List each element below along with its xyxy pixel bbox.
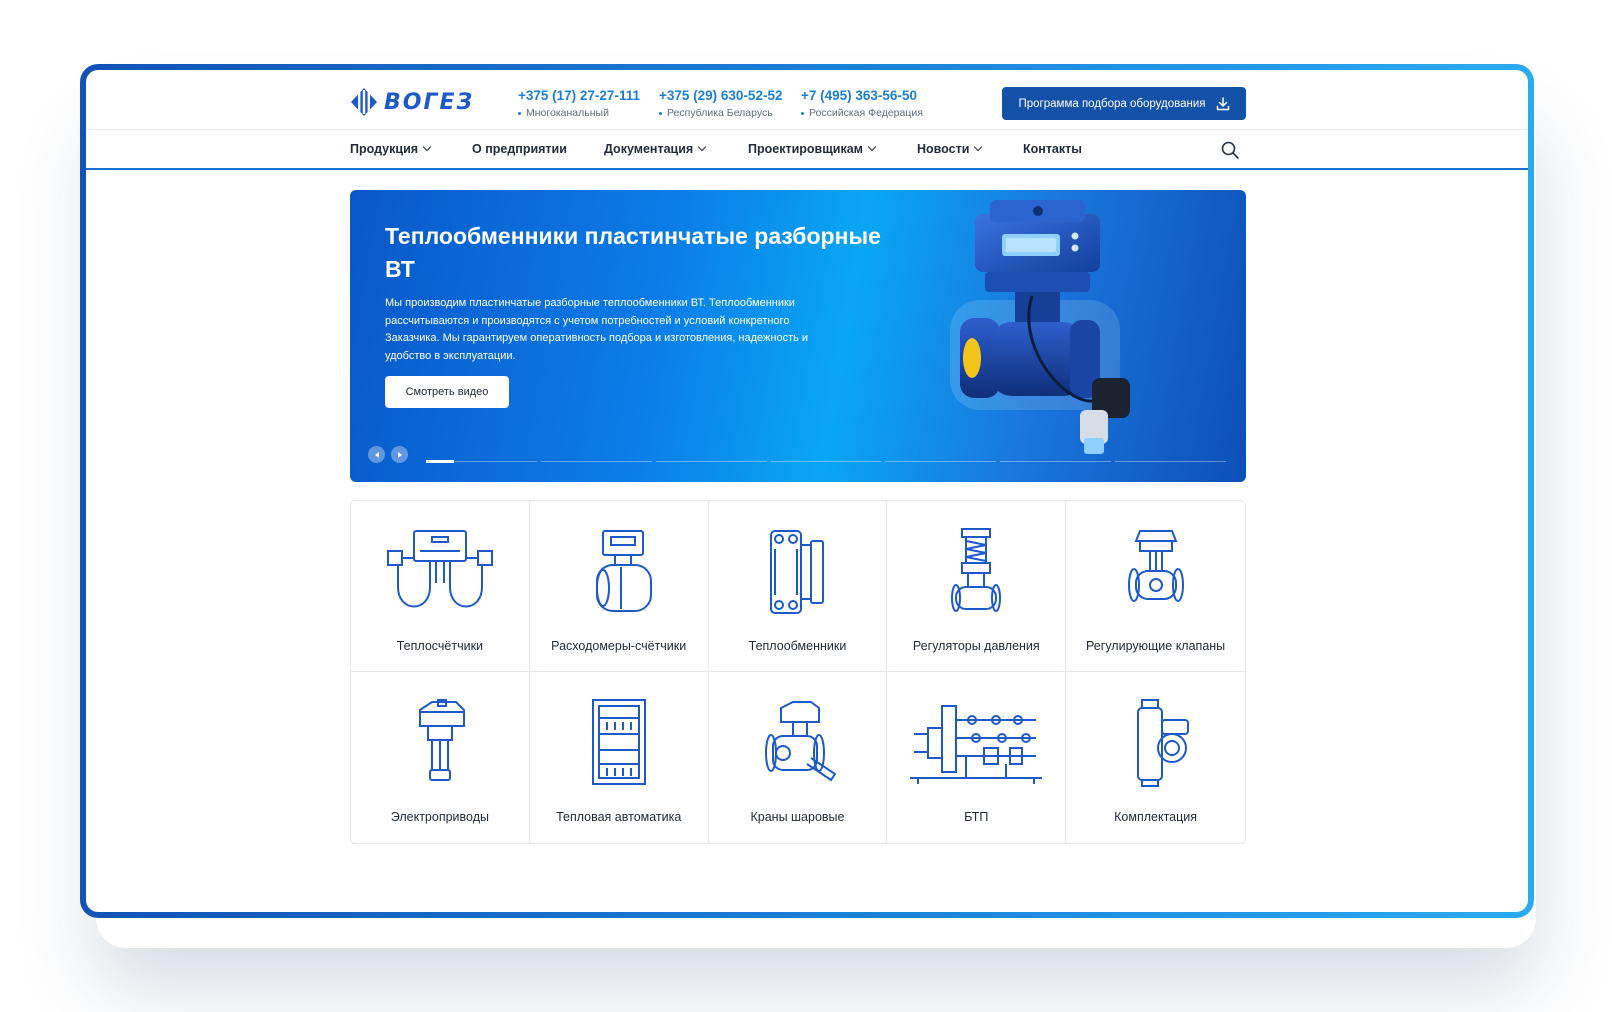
category-card[interactable]: Теплообменники <box>708 501 888 672</box>
phone-note: Республика Беларусь <box>659 107 782 119</box>
nav-item-about[interactable]: О предприятии <box>472 142 567 156</box>
logo-text: ВОГЕЗ <box>384 89 475 115</box>
category-label: Теплообменники <box>748 639 847 653</box>
phone-note: Российская Федерация <box>801 107 923 119</box>
category-label: Электроприводы <box>390 810 489 824</box>
automation-cabinet-icon <box>591 699 646 785</box>
chevron-down-icon <box>867 142 877 152</box>
website-screen: ВОГЕЗ +375 (17) 27-27-111 Многоканальный… <box>86 70 1528 912</box>
nav-label: Новости <box>917 142 970 156</box>
category-grid: Теплосчётчики Расходомеры-счётчики Тепло… <box>350 500 1246 844</box>
pressure-regulator-icon <box>951 528 1002 612</box>
logo[interactable]: ВОГЕЗ <box>350 86 480 118</box>
nav-item-documentation[interactable]: Документация <box>604 142 707 156</box>
nav-item-news[interactable]: Новости <box>917 142 983 156</box>
hero-text: Мы производим пластинчатые разборные теп… <box>385 297 809 362</box>
category-label: Регулирующие клапаны <box>1086 639 1226 653</box>
logo-mark-icon <box>351 88 377 116</box>
slider-prev-button[interactable] <box>368 446 385 463</box>
heating-unit-icon <box>910 705 1043 784</box>
category-card[interactable]: Комплектация <box>1066 672 1245 843</box>
hero-slider: Теплообменники пластинчатые разборные ВТ… <box>350 190 1246 482</box>
phone-note: Многоканальный <box>518 107 640 119</box>
page-backdrop: ВОГЕЗ +375 (17) 27-27-111 Многоканальный… <box>0 0 1612 1012</box>
slider-page-indicator[interactable] <box>770 461 882 462</box>
slider-next-button[interactable] <box>391 446 408 463</box>
nav-item-contacts[interactable]: Контакты <box>1023 142 1082 156</box>
electric-actuator-icon <box>418 699 465 781</box>
flowmeter-icon <box>595 530 652 612</box>
phone-block-2[interactable]: +375 (29) 630-52-52 Республика Беларусь <box>659 88 782 119</box>
category-card[interactable]: Электроприводы <box>351 672 530 843</box>
pump-icon <box>1136 699 1189 787</box>
heat-exchanger-icon <box>770 530 825 614</box>
watch-video-button[interactable]: Смотреть видео <box>385 376 509 408</box>
flowmeter-product-image <box>950 200 1130 454</box>
nav-label: Контакты <box>1023 142 1082 156</box>
category-label: Теплосчётчики <box>396 639 484 653</box>
nav-label: Проектировщикам <box>748 142 863 156</box>
category-card[interactable]: БТП <box>887 672 1067 843</box>
nav-item-products[interactable]: Продукция <box>350 142 432 156</box>
download-icon <box>1216 96 1229 110</box>
phone-number[interactable]: +7 (495) 363-56-50 <box>801 88 923 103</box>
category-label: БТП <box>964 810 989 824</box>
category-label: Расходомеры-счётчики <box>551 639 687 653</box>
phone-number[interactable]: +375 (17) 27-27-111 <box>518 88 640 103</box>
category-card[interactable]: Тепловая автоматика <box>530 672 709 843</box>
equipment-selection-button[interactable]: Программа подбора оборудования <box>1002 87 1246 120</box>
phone-block-1[interactable]: +375 (17) 27-27-111 Многоканальный <box>518 88 640 119</box>
category-label: Тепловая автоматика <box>556 810 682 824</box>
nav-label: О предприятии <box>472 142 567 156</box>
category-card[interactable]: Теплосчётчики <box>351 501 530 672</box>
main-nav: Продукция О предприятии Документация Про… <box>86 130 1528 170</box>
search-icon[interactable] <box>1220 140 1240 160</box>
category-card[interactable]: Регулирующие клапаны <box>1066 501 1245 672</box>
nav-label: Документация <box>604 142 694 156</box>
control-valve-icon <box>1127 530 1184 602</box>
arrow-left-icon <box>374 451 379 458</box>
chevron-down-icon <box>422 142 432 152</box>
arrow-right-icon <box>397 451 402 458</box>
chevron-down-icon <box>974 142 983 152</box>
category-label: Краны шаровые <box>750 810 845 824</box>
category-label: Комплектация <box>1114 810 1198 824</box>
phone-block-3[interactable]: +7 (495) 363-56-50 Российская Федерация <box>801 88 923 119</box>
header-top: ВОГЕЗ +375 (17) 27-27-111 Многоканальный… <box>86 70 1528 130</box>
category-card[interactable]: Расходомеры-счётчики <box>529 501 709 672</box>
heat-meter-icon <box>386 530 493 608</box>
nav-label: Продукция <box>350 142 419 156</box>
chevron-down-icon <box>697 142 707 152</box>
phone-number[interactable]: +375 (29) 630-52-52 <box>659 88 782 103</box>
nav-item-designers[interactable]: Проектировщикам <box>748 142 877 156</box>
cta-label: Программа подбора оборудования <box>1018 97 1206 110</box>
hero-title: Теплообменники пластинчатые разборные ВТ <box>385 223 881 282</box>
slider-page-indicator[interactable] <box>655 461 767 462</box>
slider-page-indicator[interactable] <box>540 461 652 462</box>
ball-valve-icon <box>765 701 837 782</box>
browser-frame: ВОГЕЗ +375 (17) 27-27-111 Многоканальный… <box>80 64 1534 918</box>
slider-active-indicator <box>426 460 454 463</box>
category-card[interactable]: Краны шаровые <box>709 672 888 843</box>
category-card[interactable]: Регуляторы давления <box>887 501 1067 672</box>
category-label: Регуляторы давления <box>912 639 1040 653</box>
